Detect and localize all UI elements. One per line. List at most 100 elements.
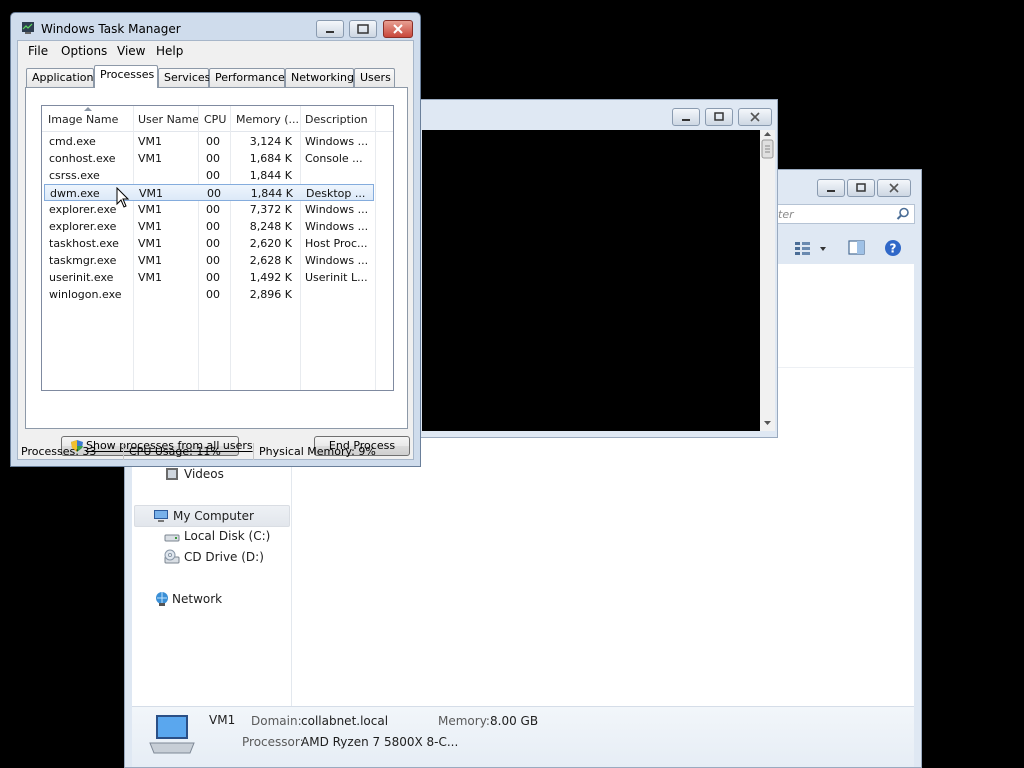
memory-value: 8.00 GB <box>490 714 539 728</box>
nav-item-videos[interactable]: Videos <box>162 464 288 484</box>
nav-label: CD Drive (D:) <box>184 550 264 564</box>
computer-icon <box>154 510 168 522</box>
console-window <box>408 99 778 438</box>
column-header-user-name[interactable]: User Name <box>138 113 198 129</box>
column-separator <box>375 106 376 390</box>
close-icon <box>750 112 760 122</box>
process-cell-image: conhost.exe <box>49 152 116 165</box>
nav-label: Local Disk (C:) <box>184 529 271 543</box>
console-close-button[interactable] <box>738 108 772 126</box>
search-icon <box>896 207 909 220</box>
console-output-area[interactable] <box>422 130 760 431</box>
nav-item-network[interactable]: Network <box>152 589 288 609</box>
tab-processes[interactable]: Processes <box>94 65 158 88</box>
nav-label: Videos <box>184 467 224 481</box>
process-cell-image: dwm.exe <box>50 187 100 200</box>
computer-name: VM1 <box>209 713 236 727</box>
nav-item-my-computer[interactable]: My Computer <box>134 505 290 527</box>
minimize-button[interactable] <box>316 20 344 38</box>
process-cell-mem: 2,620 K <box>249 237 292 250</box>
column-header-image-name[interactable]: Image Name <box>48 113 132 129</box>
tab-applications[interactable]: Applications <box>26 68 99 87</box>
process-row[interactable]: dwm.exe VM1 00 1,844 K Desktop ... <box>44 184 374 201</box>
process-row[interactable]: userinit.exe VM1 00 1,492 K Userinit L... <box>44 269 374 286</box>
process-cell-mem: 7,372 K <box>249 203 292 216</box>
status-physical-memory: Physical Memory: 9% <box>259 445 376 458</box>
nav-item-local-disk[interactable]: Local Disk (C:) <box>162 526 288 546</box>
process-row[interactable]: taskhost.exe VM1 00 2,620 K Host Proc... <box>44 235 374 252</box>
console-scrollbar[interactable] <box>760 130 775 431</box>
process-cell-cpu: 00 <box>206 271 220 284</box>
help-icon: ? <box>885 240 901 256</box>
process-cell-mem: 3,124 K <box>249 135 292 148</box>
process-row[interactable]: cmd.exe VM1 00 3,124 K Windows ... <box>44 133 374 150</box>
process-cell-desc: Userinit L... <box>305 271 368 284</box>
details-pane: VM1 Domain: collabnet.local Memory: 8.00… <box>132 706 914 767</box>
console-minimize-button[interactable] <box>672 108 700 126</box>
process-cell-mem: 2,628 K <box>249 254 292 267</box>
console-maximize-button[interactable] <box>705 108 733 126</box>
close-icon <box>889 183 899 193</box>
column-header-description[interactable]: Description <box>305 113 375 129</box>
tab-performance[interactable]: Performance <box>209 68 285 87</box>
process-cell-image: userinit.exe <box>49 271 114 284</box>
maximize-icon <box>357 24 369 34</box>
process-cell-cpu: 00 <box>206 169 220 182</box>
nav-label: Network <box>172 592 223 606</box>
scrollbar-arrows-icon <box>761 132 774 425</box>
minimize-icon <box>326 31 334 33</box>
process-cell-mem: 1,844 K <box>249 169 292 182</box>
process-cell-image: csrss.exe <box>49 169 100 182</box>
process-row[interactable]: taskmgr.exe VM1 00 2,628 K Windows ... <box>44 252 374 269</box>
explorer-maximize-button[interactable] <box>847 179 875 197</box>
column-header-memory[interactable]: Memory (... <box>236 113 300 129</box>
process-row[interactable]: explorer.exe VM1 00 7,372 K Windows ... <box>44 201 374 218</box>
process-cell-image: taskhost.exe <box>49 237 119 250</box>
close-button[interactable] <box>383 20 413 38</box>
network-icon <box>156 592 168 606</box>
menu-help[interactable]: Help <box>156 44 183 58</box>
status-bar: Processes: 33 CPU Usage: 11% Physical Me… <box>18 443 413 460</box>
restore-icon <box>856 183 866 192</box>
search-placeholder: ter <box>778 208 794 221</box>
process-cell-desc: Windows ... <box>305 135 369 148</box>
process-row[interactable]: csrss.exe 00 1,844 K <box>44 167 374 184</box>
computer-large-icon <box>149 715 195 754</box>
explorer-close-button[interactable] <box>877 179 911 197</box>
minimize-icon <box>682 119 690 121</box>
tab-users[interactable]: Users <box>354 68 395 87</box>
process-cell-desc: Console ... <box>305 152 363 165</box>
preview-pane-button[interactable] <box>847 238 867 258</box>
process-cell-cpu: 00 <box>206 254 220 267</box>
minimize-icon <box>827 190 835 192</box>
process-row[interactable]: explorer.exe VM1 00 8,248 K Windows ... <box>44 218 374 235</box>
menu-options[interactable]: Options <box>61 44 107 58</box>
search-box[interactable]: ter <box>777 204 915 224</box>
process-cell-user: VM1 <box>138 237 163 250</box>
maximize-button[interactable] <box>349 20 377 38</box>
process-cell-image: explorer.exe <box>49 203 117 216</box>
view-options-button[interactable] <box>793 238 829 258</box>
process-row[interactable]: conhost.exe VM1 00 1,684 K Console ... <box>44 150 374 167</box>
process-cell-desc: Windows ... <box>305 203 369 216</box>
task-manager-client: File Options View Help Applications Proc… <box>17 40 414 460</box>
process-cell-desc: Windows ... <box>305 220 369 233</box>
help-button[interactable]: ? <box>883 238 903 258</box>
svg-text:?: ? <box>890 242 897 256</box>
task-manager-icon <box>22 22 34 34</box>
process-row[interactable]: winlogon.exe 00 2,896 K <box>44 286 374 303</box>
process-cell-mem: 1,492 K <box>249 271 292 284</box>
tab-networking[interactable]: Networking <box>285 68 354 87</box>
tab-services[interactable]: Services <box>158 68 210 87</box>
nav-label: My Computer <box>173 509 254 523</box>
process-cell-mem: 2,896 K <box>249 288 292 301</box>
menu-file[interactable]: File <box>28 44 48 58</box>
process-cell-cpu: 00 <box>206 135 220 148</box>
process-list[interactable]: Image Name User Name CPU Memory (... Des… <box>41 105 394 391</box>
explorer-minimize-button[interactable] <box>817 179 845 197</box>
videos-icon <box>166 468 178 480</box>
process-cell-image: winlogon.exe <box>49 288 122 301</box>
nav-item-cd-drive[interactable]: CD Drive (D:) <box>162 547 288 567</box>
domain-value: collabnet.local <box>301 714 389 728</box>
menu-view[interactable]: View <box>117 44 145 58</box>
